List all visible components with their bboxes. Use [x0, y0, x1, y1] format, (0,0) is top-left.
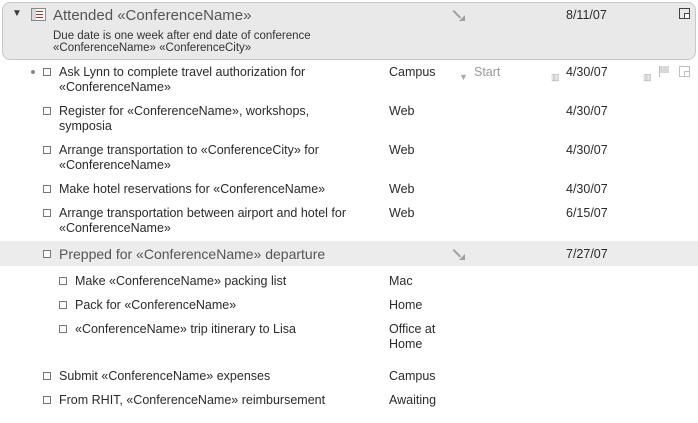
- task-text: Arrange transportation to «ConferenceCit…: [59, 143, 319, 157]
- task-checkbox[interactable]: [59, 277, 67, 285]
- calendar-icon[interactable]: ▥: [643, 72, 652, 83]
- task-context[interactable]: Web: [389, 206, 414, 221]
- context-dropdown-icon[interactable]: ▼: [459, 72, 468, 82]
- task-context[interactable]: Web: [389, 104, 414, 119]
- project-note-line2: «ConferenceName» «ConferenceCity»: [53, 42, 252, 54]
- task-text: Register for «ConferenceName», workshops…: [59, 104, 310, 118]
- project-note-line1: Due date is one week after end date of c…: [53, 30, 311, 42]
- action-group-title[interactable]: Prepped for «ConferenceName» departure: [59, 246, 325, 262]
- note-icon[interactable]: [679, 8, 690, 19]
- task-context[interactable]: Awaiting: [389, 393, 436, 408]
- task-row[interactable]: Arrange transportation between airport a…: [59, 206, 346, 236]
- selected-bullet-icon: [31, 70, 35, 74]
- expand-arrow-icon[interactable]: [453, 248, 465, 260]
- task-checkbox[interactable]: [43, 107, 51, 115]
- task-text[interactable]: Submit «ConferenceName» expenses: [59, 369, 270, 384]
- task-checkbox[interactable]: [43, 209, 51, 217]
- expand-arrow-icon[interactable]: [453, 9, 465, 21]
- task-context[interactable]: Web: [389, 182, 414, 197]
- task-checkbox[interactable]: [43, 146, 51, 154]
- subtask-text[interactable]: Pack for «ConferenceName»: [75, 298, 236, 313]
- task-checkbox[interactable]: [59, 325, 67, 333]
- task-context[interactable]: Office at Home: [389, 322, 435, 352]
- note-icon[interactable]: [679, 66, 690, 77]
- task-due-date[interactable]: 4/30/07: [566, 65, 608, 80]
- flag-icon[interactable]: [659, 66, 669, 77]
- project-icon: [31, 8, 46, 21]
- task-text: Ask Lynn to complete travel authorizatio…: [59, 65, 306, 79]
- task-text: Arrange transportation between airport a…: [59, 206, 346, 220]
- task-text-continued: symposia: [59, 119, 112, 133]
- project-due-date[interactable]: 8/11/07: [566, 8, 607, 23]
- task-context[interactable]: Campus: [389, 65, 436, 80]
- disclosure-triangle-icon[interactable]: ▼: [12, 8, 22, 19]
- project-title[interactable]: Attended «ConferenceName»: [53, 7, 251, 24]
- task-due-date[interactable]: 4/30/07: [566, 104, 608, 119]
- task-checkbox[interactable]: [43, 396, 51, 404]
- task-context-line2: Home: [389, 337, 423, 351]
- task-context[interactable]: Mac: [389, 274, 413, 289]
- task-context[interactable]: Campus: [389, 369, 436, 384]
- action-group-due-date[interactable]: 7/27/07: [566, 247, 608, 262]
- calendar-icon[interactable]: ▥: [551, 72, 560, 83]
- task-row[interactable]: Arrange transportation to «ConferenceCit…: [59, 143, 319, 173]
- task-text-continued: «ConferenceName»: [59, 221, 171, 235]
- task-due-date[interactable]: 4/30/07: [566, 143, 608, 158]
- task-text-continued: «ConferenceName»: [59, 80, 171, 94]
- task-context[interactable]: Web: [389, 143, 414, 158]
- task-checkbox[interactable]: [43, 68, 51, 76]
- task-context-line1: Office at: [389, 322, 436, 336]
- task-due-date[interactable]: 6/15/07: [566, 206, 608, 221]
- task-due-date[interactable]: 4/30/07: [566, 182, 608, 197]
- task-checkbox[interactable]: [43, 250, 51, 258]
- task-checkbox[interactable]: [43, 372, 51, 380]
- task-text: Make hotel reservations for «ConferenceN…: [59, 182, 326, 196]
- task-start-date[interactable]: Start: [474, 65, 500, 79]
- task-context[interactable]: Home: [389, 298, 422, 313]
- task-text-continued: «ConferenceName»: [59, 158, 171, 172]
- task-row[interactable]: Ask Lynn to complete travel authorizatio…: [59, 65, 305, 95]
- task-checkbox[interactable]: [59, 301, 67, 309]
- task-checkbox[interactable]: [43, 185, 51, 193]
- task-row[interactable]: Register for «ConferenceName», workshops…: [59, 104, 309, 134]
- subtask-text[interactable]: «ConferenceName» trip itinerary to Lisa: [75, 322, 296, 337]
- task-text[interactable]: From RHIT, «ConferenceName» reimbursemen…: [59, 393, 325, 408]
- task-row[interactable]: Make hotel reservations for «ConferenceN…: [59, 182, 325, 197]
- subtask-text[interactable]: Make «ConferenceName» packing list: [75, 274, 286, 289]
